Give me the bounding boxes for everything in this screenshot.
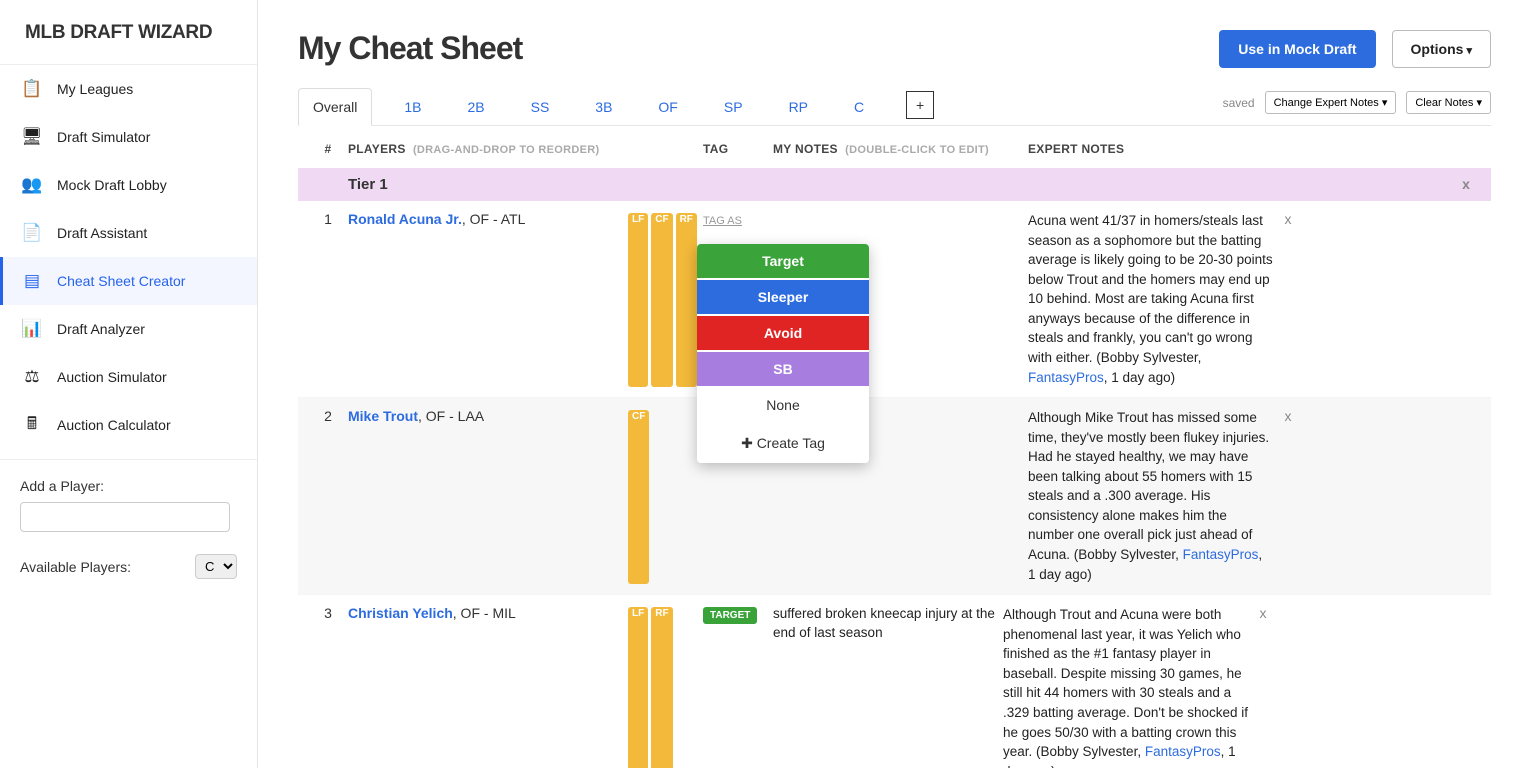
row-number: 3 <box>308 605 348 768</box>
position-badge: RF <box>651 607 672 768</box>
col-notes: MY NOTES (DOUBLE-CLICK TO EDIT) <box>773 142 1028 156</box>
position-badge: LF <box>628 607 648 768</box>
people-icon: 👥 <box>22 175 42 195</box>
nav-draft-analyzer[interactable]: 📊 Draft Analyzer <box>0 305 257 353</box>
nav-cheat-sheet-creator[interactable]: ▤ Cheat Sheet Creator <box>0 257 257 305</box>
tier-label: Tier 1 <box>348 176 703 193</box>
tab-of[interactable]: OF <box>644 89 691 125</box>
remove-row-button[interactable]: x <box>1248 605 1278 768</box>
saved-status: saved <box>1223 96 1255 110</box>
source-link[interactable]: FantasyPros <box>1145 744 1221 759</box>
change-expert-notes-button[interactable]: Change Expert Notes <box>1265 91 1397 114</box>
nav-draft-assistant[interactable]: 📄 Draft Assistant <box>0 209 257 257</box>
tag-badge[interactable]: TARGET <box>703 607 757 624</box>
tab-3b[interactable]: 3B <box>581 89 626 125</box>
list-icon: ▤ <box>22 271 42 291</box>
tier-remove-button[interactable]: x <box>1451 176 1481 193</box>
nav-mock-draft-lobby[interactable]: 👥 Mock Draft Lobby <box>0 161 257 209</box>
tag-option-avoid[interactable]: Avoid <box>697 316 869 352</box>
nav-label: Auction Simulator <box>57 369 167 385</box>
tab-rp[interactable]: RP <box>775 89 822 125</box>
create-tag-button[interactable]: ✚ Create Tag <box>697 424 869 463</box>
nav-label: Auction Calculator <box>57 417 171 433</box>
source-link[interactable]: FantasyPros <box>1028 370 1104 385</box>
table-row[interactable]: 3 Christian Yelich, OF - MIL LF RF TARGE… <box>298 595 1491 768</box>
tab-overall[interactable]: Overall <box>298 88 372 126</box>
options-button[interactable]: Options <box>1392 30 1491 68</box>
my-note[interactable]: suffered broken kneecap injury at the en… <box>773 605 1003 768</box>
row-number: 2 <box>308 408 348 584</box>
player-meta: , OF - LAA <box>418 408 484 424</box>
tab-sp[interactable]: SP <box>710 89 757 125</box>
remove-row-button[interactable]: x <box>1273 408 1303 584</box>
use-in-mock-draft-button[interactable]: Use in Mock Draft <box>1219 30 1375 68</box>
expert-note: Although Trout and Acuna were both pheno… <box>1003 605 1248 768</box>
position-badge: RF <box>676 213 697 387</box>
page-title: My Cheat Sheet <box>298 30 522 67</box>
position-tabs: Overall 1B 2B SS 3B OF SP RP C + <box>298 88 934 125</box>
nav-label: Draft Analyzer <box>57 321 145 337</box>
monitor-icon: 🖥 <box>22 127 42 147</box>
tag-popover: Target Sleeper Avoid SB None ✚ Create Ta… <box>697 244 869 463</box>
expert-note: Acuna went 41/37 in homers/steals last s… <box>1028 211 1273 387</box>
col-tag: TAG <box>703 142 773 156</box>
col-players: PLAYERS (DRAG-AND-DROP TO REORDER) <box>348 142 703 156</box>
col-number: # <box>308 142 348 156</box>
nav-label: My Leagues <box>57 81 133 97</box>
tab-c[interactable]: C <box>840 89 878 125</box>
tag-option-sleeper[interactable]: Sleeper <box>697 280 869 316</box>
add-player-input[interactable] <box>20 502 230 532</box>
tag-option-sb[interactable]: SB <box>697 352 869 388</box>
row-number: 1 <box>308 211 348 387</box>
brand-title: MLB DRAFT WIZARD <box>0 0 257 64</box>
nav-draft-simulator[interactable]: 🖥 Draft Simulator <box>0 113 257 161</box>
player-name[interactable]: Ronald Acuna Jr. <box>348 211 462 227</box>
plus-icon: ✚ <box>741 435 757 451</box>
calculator-icon: 🖩 <box>22 415 42 435</box>
tier-row[interactable]: Tier 1 x <box>298 168 1491 201</box>
nav-auction-calculator[interactable]: 🖩 Auction Calculator <box>0 401 257 449</box>
expert-note: Although Mike Trout has missed some time… <box>1028 408 1273 584</box>
position-badge: CF <box>651 213 672 387</box>
col-expert: EXPERT NOTES <box>1028 142 1451 156</box>
player-meta: , OF - MIL <box>453 605 516 621</box>
tag-as-trigger[interactable]: TAG AS <box>703 215 742 227</box>
available-players-label: Available Players: <box>20 559 131 575</box>
nav-label: Draft Simulator <box>57 129 150 145</box>
clear-notes-button[interactable]: Clear Notes <box>1406 91 1491 114</box>
nav-my-leagues[interactable]: 📋 My Leagues <box>0 65 257 113</box>
plus-icon: + <box>916 97 924 113</box>
available-players-select[interactable]: C <box>195 554 237 579</box>
gavel-icon: ⚖ <box>22 367 42 387</box>
remove-row-button[interactable]: x <box>1273 211 1303 387</box>
tag-option-none[interactable]: None <box>697 388 869 424</box>
tab-1b[interactable]: 1B <box>390 89 435 125</box>
document-icon: 📄 <box>22 223 42 243</box>
player-name[interactable]: Christian Yelich <box>348 605 453 621</box>
position-badge: LF <box>628 213 648 387</box>
table-header: # PLAYERS (DRAG-AND-DROP TO REORDER) TAG… <box>298 126 1491 168</box>
nav-label: Cheat Sheet Creator <box>57 273 185 289</box>
position-badge: CF <box>628 410 649 584</box>
nav-label: Draft Assistant <box>57 225 147 241</box>
nav-auction-simulator[interactable]: ⚖ Auction Simulator <box>0 353 257 401</box>
table-row[interactable]: 1 Ronald Acuna Jr., OF - ATL LF CF RF TA… <box>298 201 1491 398</box>
add-player-label: Add a Player: <box>20 478 237 494</box>
table-row[interactable]: 2 Mike Trout, OF - LAA CF Although Mike … <box>298 398 1491 595</box>
source-link[interactable]: FantasyPros <box>1183 547 1259 562</box>
tag-option-target[interactable]: Target <box>697 244 869 280</box>
clipboard-icon: 📋 <box>22 79 42 99</box>
player-meta: , OF - ATL <box>462 211 526 227</box>
sidebar-nav: 📋 My Leagues 🖥 Draft Simulator 👥 Mock Draft… <box>0 64 257 449</box>
player-name[interactable]: Mike Trout <box>348 408 418 424</box>
chart-icon: 📊 <box>22 319 42 339</box>
add-tab-button[interactable]: + <box>906 91 934 119</box>
tab-ss[interactable]: SS <box>517 89 564 125</box>
nav-label: Mock Draft Lobby <box>57 177 167 193</box>
tab-2b[interactable]: 2B <box>453 89 498 125</box>
